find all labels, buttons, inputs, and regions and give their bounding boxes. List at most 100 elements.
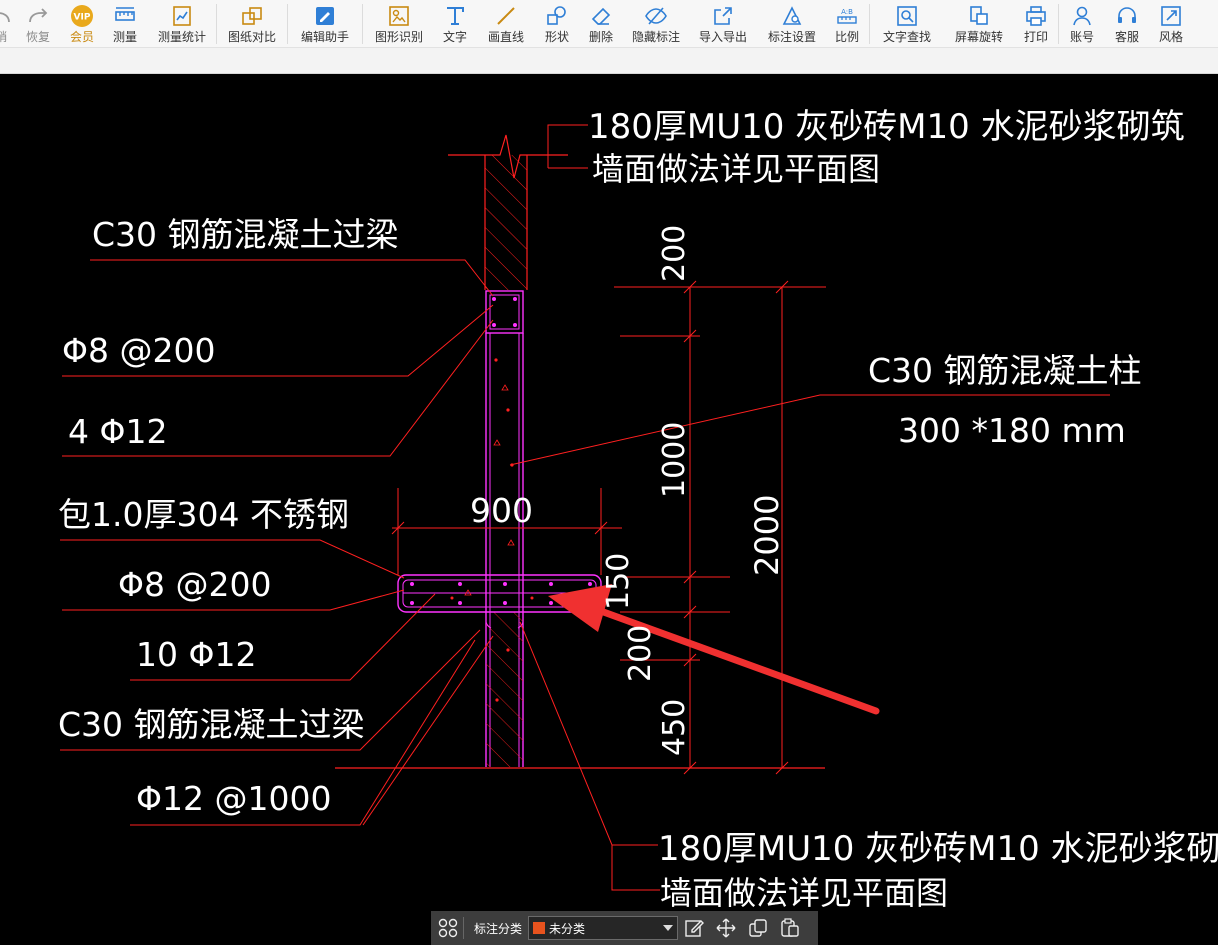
undo-icon: [0, 12, 10, 23]
undo-button[interactable]: 销: [0, 0, 14, 48]
toolbar-secondary-strip: [0, 48, 1218, 74]
line-icon: [497, 7, 515, 25]
hide-annotations-button[interactable]: 隐藏标注: [625, 0, 687, 48]
dim-1000: 1000: [657, 422, 692, 498]
account-button[interactable]: 账号: [1059, 0, 1105, 48]
wall-note-bottom-2: 墙面做法详见平面图: [660, 874, 948, 912]
stirrup-note-mid: Φ8 @200: [118, 565, 271, 604]
style-icon: [1161, 6, 1181, 26]
vip-label: 会员: [69, 30, 94, 44]
style-button[interactable]: 风格: [1149, 0, 1193, 48]
redo-button[interactable]: 恢复: [14, 0, 62, 48]
text-search-button[interactable]: 文字查找: [870, 0, 944, 48]
move-annotation-button[interactable]: [710, 911, 742, 945]
rotate-icon: [970, 6, 988, 25]
dim-200-top: 200: [657, 225, 692, 282]
shape-recognition-label: 图形识别: [374, 30, 423, 44]
measure-stats-button[interactable]: 测量统计: [148, 0, 216, 48]
move-icon: [716, 918, 736, 938]
stainless-note: 包1.0厚304 不锈钢: [58, 495, 349, 534]
wall-note-top-1: 180厚MU10 灰砂砖M10 水泥砂浆砌筑: [588, 107, 1185, 147]
paste-icon: [781, 918, 799, 937]
rotate-screen-button[interactable]: 屏幕旋转: [944, 0, 1014, 48]
measure-button[interactable]: 测量: [102, 0, 148, 48]
copy-annotation-button[interactable]: [742, 911, 774, 945]
annotation-arrow: [548, 584, 880, 715]
wall-note-top-2: 墙面做法详见平面图: [592, 150, 880, 188]
drawing-canvas[interactable]: 180厚MU10 灰砂砖M10 水泥砂浆砌筑 墙面做法详见平面图 C30 钢筋混…: [0, 74, 1218, 945]
redo-label: 恢复: [25, 30, 50, 44]
text-button[interactable]: 文字: [435, 0, 475, 48]
cad-drawing: 180厚MU10 灰砂砖M10 水泥砂浆砌筑 墙面做法详见平面图 C30 钢筋混…: [58, 107, 1218, 912]
edit-icon: [685, 920, 705, 937]
hide-annotations-label: 隐藏标注: [631, 30, 680, 44]
print-label: 打印: [1023, 30, 1048, 44]
chevron-down-icon: [663, 925, 674, 931]
dim-900: 900: [470, 491, 533, 530]
rotate-screen-label: 屏幕旋转: [954, 30, 1003, 44]
import-export-button[interactable]: 导入导出: [687, 0, 759, 48]
text-label: 文字: [442, 30, 467, 44]
bars-note-top: 4 Φ12: [68, 412, 167, 451]
bars-note-mid: 10 Φ12: [136, 635, 256, 674]
delete-button[interactable]: 删除: [577, 0, 625, 48]
print-button[interactable]: 打印: [1014, 0, 1058, 48]
edit-assistant-button[interactable]: 编辑助手: [288, 0, 362, 48]
draw-line-button[interactable]: 画直线: [475, 0, 537, 48]
scale-label: 比例: [834, 30, 859, 44]
style-label: 风格: [1158, 30, 1183, 44]
compare-icon: [242, 7, 262, 25]
top-lintel: [485, 290, 524, 334]
column-note-1: C30 钢筋混凝土柱: [868, 351, 1142, 390]
vip-button[interactable]: VIP 会员: [62, 0, 102, 48]
import-export-icon: [714, 7, 732, 25]
support-button[interactable]: 客服: [1105, 0, 1149, 48]
dim-450: 450: [657, 699, 692, 756]
category-color-swatch: [533, 922, 546, 934]
measure-stats-label: 测量统计: [157, 30, 206, 44]
import-export-label: 导入导出: [698, 30, 747, 44]
dim-2000: 2000: [748, 495, 786, 576]
eye-off-icon: [645, 7, 667, 25]
ruler-icon: [115, 7, 135, 21]
category-selected-value: 未分类: [549, 921, 586, 936]
column-note-2: 300 *180 mm: [898, 411, 1126, 450]
lower-brick-wall: [486, 612, 523, 767]
stirrup-note-top: Φ8 @200: [62, 331, 215, 370]
shape-button[interactable]: 形状: [537, 0, 577, 48]
upper-brick-wall: [448, 134, 568, 290]
account-label: 账号: [1069, 30, 1094, 44]
annotation-settings-button[interactable]: 标注设置: [759, 0, 825, 48]
text-icon: [447, 7, 464, 25]
shape-recognition-button[interactable]: 图形识别: [363, 0, 435, 48]
paste-annotation-button[interactable]: [774, 911, 806, 945]
grid-icon[interactable]: [437, 917, 459, 939]
svg-text:A:B: A:B: [841, 8, 853, 16]
settings-icon: [782, 6, 802, 25]
headset-icon: [1118, 7, 1136, 23]
annotation-settings-label: 标注设置: [767, 30, 816, 44]
eraser-icon: [591, 7, 611, 25]
search-icon: [897, 6, 917, 26]
measure-label: 测量: [112, 30, 137, 44]
main-toolbar: 销 恢复 VIP 会员 测量 测量统计 图纸对比 编辑助手 图形识别 文字 画直…: [0, 0, 1218, 48]
lintel-note-top: C30 钢筋混凝土过梁: [92, 215, 399, 254]
bar-divider: [463, 917, 464, 939]
edit-assistant-label: 编辑助手: [300, 30, 349, 44]
shape-icon: [547, 6, 566, 25]
category-select[interactable]: 未分类: [528, 916, 679, 940]
printer-icon: [1026, 6, 1046, 26]
shape-label: 形状: [544, 30, 569, 44]
compare-button[interactable]: 图纸对比: [217, 0, 287, 48]
undo-label: 销: [0, 30, 7, 44]
user-icon: [1073, 6, 1091, 26]
draw-line-label: 画直线: [487, 30, 524, 44]
delete-label: 删除: [588, 30, 613, 44]
annotation-category-bar: 标注分类 未分类: [431, 911, 818, 945]
support-label: 客服: [1114, 30, 1139, 44]
text-search-label: 文字查找: [882, 30, 931, 44]
edit-annotation-button[interactable]: [678, 911, 710, 945]
shape-recognition-icon: [389, 6, 409, 26]
scale-button[interactable]: A:B 比例: [825, 0, 869, 48]
wall-note-bottom-1: 180厚MU10 灰砂砖M10 水泥砂浆砌筑: [658, 829, 1218, 869]
